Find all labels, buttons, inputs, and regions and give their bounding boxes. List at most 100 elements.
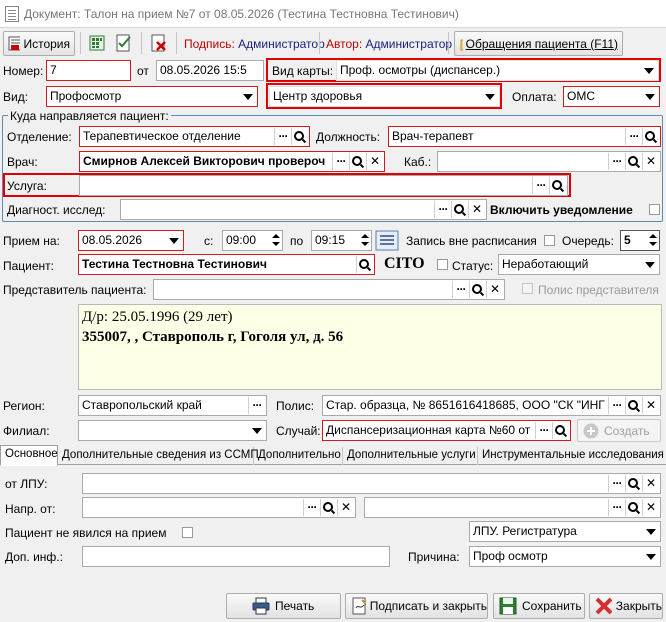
case-field[interactable]: Диспансеризационная карта №60 от — [322, 420, 571, 441]
more-icon[interactable] — [274, 128, 291, 145]
search-icon[interactable] — [291, 128, 308, 145]
search-icon[interactable] — [625, 397, 642, 414]
clear-icon[interactable] — [468, 201, 485, 218]
more-icon[interactable] — [303, 499, 320, 516]
more-icon[interactable] — [608, 475, 625, 492]
visit-label: Прием на: — [3, 234, 60, 248]
tab-ssmp[interactable]: Дополнительные сведения из ССМП — [58, 447, 259, 465]
search-icon[interactable] — [549, 177, 566, 194]
patient-requests-button[interactable]: Обращения пациента (F11) — [454, 31, 623, 56]
card-type-select[interactable]: Проф. осмотры (диспансер.) — [336, 60, 659, 81]
doctor-field[interactable]: Смирнов Алексей Викторович провероч — [79, 151, 385, 172]
more-icon[interactable] — [625, 128, 642, 145]
sign-close-button[interactable]: Подписать и закрыть — [345, 593, 488, 619]
position-field[interactable]: Врач-терапевт — [388, 126, 661, 147]
spinner-icon[interactable] — [269, 231, 282, 250]
clear-icon[interactable] — [337, 499, 354, 516]
representative-field[interactable] — [153, 279, 505, 300]
from-lpu-field[interactable] — [82, 473, 661, 494]
more-icon[interactable] — [608, 153, 625, 170]
patient-field[interactable]: Тестина Тестновна Тестинович — [78, 254, 375, 275]
visit-date-value: 08.05.2026 — [82, 233, 143, 247]
schedule-icon[interactable] — [375, 230, 399, 251]
chevron-down-icon[interactable] — [642, 523, 659, 540]
more-icon[interactable] — [535, 422, 552, 439]
chevron-down-icon[interactable] — [165, 232, 182, 249]
branch-select[interactable] — [78, 420, 267, 441]
sent-from-field[interactable] — [82, 497, 356, 518]
service-field[interactable] — [79, 175, 568, 196]
more-icon[interactable] — [434, 201, 451, 218]
search-icon[interactable] — [625, 475, 642, 492]
more-icon[interactable] — [608, 499, 625, 516]
kind-label: Вид: — [3, 90, 29, 104]
region-field[interactable]: Ставропольский край — [78, 395, 267, 416]
rep-policy-checkbox[interactable] — [522, 283, 533, 294]
checklist-icon[interactable] — [115, 34, 133, 52]
close-button[interactable]: Закрыть — [589, 593, 663, 619]
search-icon[interactable] — [356, 256, 373, 273]
spinner-icon[interactable] — [358, 231, 371, 250]
chevron-down-icon[interactable] — [481, 88, 498, 105]
from-time-field[interactable]: 09:00 — [222, 230, 283, 251]
tab-additional[interactable]: Дополнительно — [254, 447, 343, 465]
more-icon[interactable] — [332, 153, 349, 170]
search-icon[interactable] — [320, 499, 337, 516]
print-button[interactable]: Печать — [226, 593, 341, 619]
search-icon[interactable] — [625, 153, 642, 170]
kind-select[interactable]: Профосмотр — [46, 86, 258, 107]
search-icon[interactable] — [642, 128, 659, 145]
clear-icon[interactable] — [642, 153, 659, 170]
status-checkbox[interactable] — [437, 259, 448, 270]
to-time-field[interactable]: 09:15 — [311, 230, 372, 251]
calculator-icon[interactable] — [88, 34, 106, 52]
department-field[interactable]: Терапевтическое отделение — [79, 126, 310, 147]
no-show-checkbox[interactable] — [182, 527, 193, 538]
spinner-icon[interactable] — [646, 231, 659, 250]
visit-date-field[interactable]: 08.05.2026 — [78, 230, 184, 251]
date-field[interactable]: 08.05.2026 15:5 — [156, 60, 264, 81]
search-icon[interactable] — [349, 153, 366, 170]
lpu-registry-select[interactable]: ЛПУ. Регистратура — [469, 521, 661, 542]
chevron-down-icon[interactable] — [640, 62, 657, 79]
create-case-button[interactable]: Создать — [577, 419, 661, 442]
save-button[interactable]: Сохранить — [493, 593, 585, 619]
queue-field[interactable]: 5 — [620, 230, 660, 251]
chevron-down-icon[interactable] — [641, 88, 658, 105]
center-select[interactable]: Центр здоровья — [269, 86, 500, 107]
search-icon[interactable] — [552, 422, 569, 439]
policy-field[interactable]: Стар. образца, № 8651616418685, ООО "СК … — [322, 395, 661, 416]
tab-instrumental[interactable]: Инструментальные исследования — [478, 447, 666, 465]
clear-icon[interactable] — [366, 153, 383, 170]
clear-icon[interactable] — [642, 475, 659, 492]
signature-value: Администратор — [238, 37, 325, 51]
sent-from-doctor-field[interactable] — [364, 497, 661, 518]
chevron-down-icon[interactable] — [641, 256, 658, 273]
clear-icon[interactable] — [486, 281, 503, 298]
more-icon[interactable] — [248, 397, 265, 414]
tab-extra-services[interactable]: Дополнительные услуги — [343, 447, 478, 465]
number-field[interactable]: 7 — [46, 60, 131, 81]
clear-icon[interactable] — [642, 397, 659, 414]
chevron-down-icon[interactable] — [248, 422, 265, 439]
search-icon[interactable] — [625, 499, 642, 516]
more-icon[interactable] — [532, 177, 549, 194]
off-schedule-checkbox[interactable] — [544, 235, 555, 246]
history-button[interactable]: История — [3, 31, 75, 56]
cabinet-field[interactable] — [437, 151, 661, 172]
reason-select[interactable]: Проф осмотр — [469, 546, 661, 567]
search-icon[interactable] — [451, 201, 468, 218]
chevron-down-icon[interactable] — [239, 88, 256, 105]
status-select[interactable]: Неработающий — [498, 254, 660, 275]
more-icon[interactable] — [608, 397, 625, 414]
more-icon[interactable] — [452, 281, 469, 298]
payment-select[interactable]: ОМС — [563, 86, 660, 107]
delete-document-icon[interactable] — [150, 34, 168, 52]
extra-info-field[interactable] — [82, 546, 390, 567]
diag-field[interactable] — [120, 199, 487, 220]
search-icon[interactable] — [469, 281, 486, 298]
notify-checkbox[interactable] — [649, 204, 660, 215]
chevron-down-icon[interactable] — [642, 548, 659, 565]
tab-main[interactable]: Основное — [0, 445, 58, 466]
clear-icon[interactable] — [642, 499, 659, 516]
